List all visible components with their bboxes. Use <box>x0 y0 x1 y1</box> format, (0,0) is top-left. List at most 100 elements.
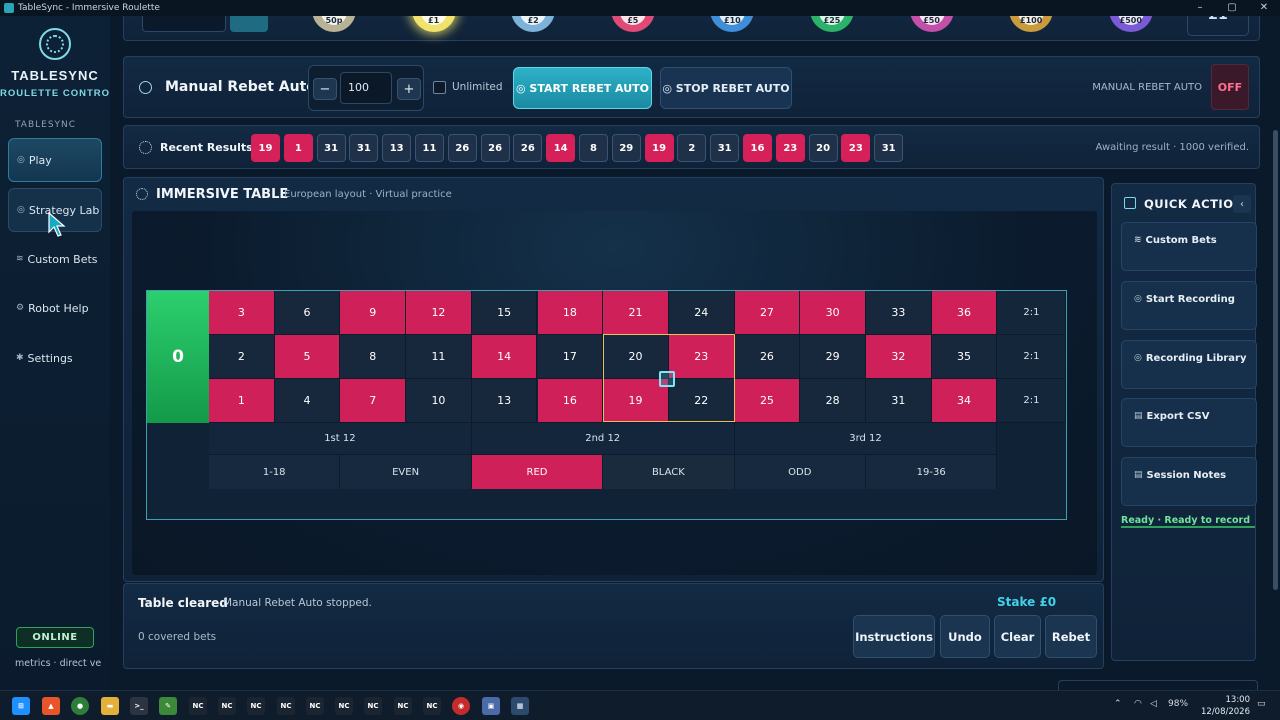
bet-cell-34[interactable]: 34 <box>931 379 998 423</box>
column-bet-2[interactable]: 2:1 <box>997 335 1067 379</box>
unlimited-checkbox[interactable] <box>433 81 446 94</box>
rebet-count-input[interactable]: 100 <box>340 72 392 104</box>
wifi-icon[interactable]: ◠ <box>1134 699 1142 709</box>
file-explorer-icon[interactable]: ▬ <box>101 697 119 715</box>
bet-cell-zero[interactable]: 0 <box>147 291 209 423</box>
bet-cell-5[interactable]: 5 <box>274 335 341 379</box>
column-bet-3[interactable]: 2:1 <box>997 379 1067 423</box>
rebet-button[interactable]: Rebet <box>1045 615 1097 658</box>
even-money-bet-odd[interactable]: ODD <box>734 455 866 489</box>
close-icon[interactable]: ✕ <box>1248 0 1280 16</box>
battery-level[interactable]: 98% <box>1168 699 1188 709</box>
increment-button[interactable]: + <box>397 78 421 100</box>
bet-cell-7[interactable]: 7 <box>340 379 407 423</box>
notifications-icon[interactable]: ▭ <box>1257 699 1266 709</box>
tray-chevron-icon[interactable]: ⌃ <box>1114 699 1122 709</box>
taskbar-app-icon[interactable]: NC <box>189 697 207 715</box>
volume-icon[interactable]: ◁ <box>1150 699 1157 709</box>
undo-button[interactable]: Undo <box>940 615 990 658</box>
bet-cell-9[interactable]: 9 <box>340 291 407 335</box>
collapse-panel-button[interactable]: ‹ <box>1233 195 1251 213</box>
even-money-bet-red[interactable]: RED <box>471 455 604 489</box>
play-icon: ◎ <box>17 155 25 165</box>
bet-cell-4[interactable]: 4 <box>274 379 341 423</box>
bet-cell-28[interactable]: 28 <box>800 379 866 423</box>
quick-action-recording-library[interactable]: ◎ Recording Library <box>1121 340 1257 389</box>
bet-cell-30[interactable]: 30 <box>800 291 866 335</box>
quick-action-export-csv[interactable]: ▤ Export CSV <box>1121 398 1257 447</box>
corner-bet-marker[interactable] <box>659 371 675 387</box>
vertical-scrollbar[interactable] <box>1273 130 1278 590</box>
windows-start-icon[interactable]: ⊞ <box>12 697 30 715</box>
taskbar-app-icon[interactable]: NC <box>394 697 412 715</box>
brave-browser-icon[interactable]: ▲ <box>42 697 60 715</box>
even-money-bet-even[interactable]: EVEN <box>340 455 472 489</box>
bet-cell-11[interactable]: 11 <box>406 335 472 379</box>
bet-cell-18[interactable]: 18 <box>537 291 604 335</box>
sidebar-item-custom-bets[interactable]: ≋ Custom Bets <box>8 237 102 281</box>
quick-action-start-recording[interactable]: ◎ Start Recording <box>1121 281 1257 330</box>
bet-cell-26[interactable]: 26 <box>734 335 801 379</box>
bet-cell-2[interactable]: 2 <box>209 335 275 379</box>
taskbar-app-icon[interactable]: NC <box>335 697 353 715</box>
bet-cell-12[interactable]: 12 <box>406 291 472 335</box>
quick-action-session-notes[interactable]: ▤ Session Notes <box>1121 457 1257 506</box>
minimize-icon[interactable]: – <box>1184 0 1216 16</box>
start-rebet-auto-button[interactable]: ◎ START REBET AUTO <box>513 67 652 109</box>
instructions-button[interactable]: Instructions <box>853 615 935 658</box>
even-money-bet-19-36[interactable]: 19-36 <box>866 455 998 489</box>
tablesync-taskbar-icon[interactable]: ▦ <box>511 697 529 715</box>
bet-cell-35[interactable]: 35 <box>931 335 998 379</box>
bet-cell-24[interactable]: 24 <box>668 291 735 335</box>
bet-cell-36[interactable]: 36 <box>931 291 998 335</box>
taskbar-app-icon[interactable]: NC <box>364 697 382 715</box>
taskbar-app-icon[interactable]: NC <box>306 697 324 715</box>
decrement-button[interactable]: − <box>313 78 337 100</box>
clear-button[interactable]: Clear <box>994 615 1041 658</box>
notepad-icon[interactable]: ✎ <box>159 697 177 715</box>
bet-cell-13[interactable]: 13 <box>471 379 538 423</box>
bet-cell-29[interactable]: 29 <box>800 335 866 379</box>
bet-cell-23[interactable]: 23 <box>668 335 735 379</box>
rebet-status-toggle[interactable]: OFF <box>1211 64 1249 110</box>
bet-cell-6[interactable]: 6 <box>274 291 341 335</box>
quick-action-custom-bets[interactable]: ≋ Custom Bets <box>1121 222 1257 271</box>
bet-cell-14[interactable]: 14 <box>471 335 538 379</box>
bet-cell-1[interactable]: 1 <box>209 379 275 423</box>
sidebar-item-play[interactable]: ◎ Play <box>8 138 102 182</box>
maximize-icon[interactable]: ▢ <box>1216 0 1248 16</box>
sidebar-item-robot-help[interactable]: ⚙ Robot Help <box>8 286 102 330</box>
taskbar-app-icon[interactable]: NC <box>247 697 265 715</box>
system-clock[interactable]: 13:00 12/08/2026 <box>1201 694 1250 718</box>
sidebar-item-settings[interactable]: ✱ Settings <box>8 336 102 380</box>
chrome-icon[interactable]: ● <box>71 697 89 715</box>
bet-cell-16[interactable]: 16 <box>537 379 604 423</box>
result-chip: 19 <box>251 134 280 162</box>
taskbar-app-icon[interactable]: NC <box>277 697 295 715</box>
dozen-bet-1[interactable]: 1st 12 <box>209 423 472 455</box>
bet-cell-21[interactable]: 21 <box>603 291 669 335</box>
record-app-icon[interactable]: ◉ <box>452 697 470 715</box>
taskbar-app-icon[interactable]: ▣ <box>482 697 500 715</box>
even-money-bet-black[interactable]: BLACK <box>603 455 735 489</box>
taskbar-app-icon[interactable]: NC <box>423 697 441 715</box>
bet-cell-17[interactable]: 17 <box>537 335 604 379</box>
bet-cell-25[interactable]: 25 <box>734 379 801 423</box>
terminal-icon[interactable]: >_ <box>130 697 148 715</box>
dozen-bet-2[interactable]: 2nd 12 <box>471 423 735 455</box>
column-bet-1[interactable]: 2:1 <box>997 291 1067 335</box>
bet-cell-3[interactable]: 3 <box>209 291 275 335</box>
taskbar-app-icon[interactable]: NC <box>218 697 236 715</box>
dozen-bet-3[interactable]: 3rd 12 <box>734 423 998 455</box>
flask-icon: ◎ <box>17 205 25 215</box>
bet-cell-32[interactable]: 32 <box>866 335 932 379</box>
bet-cell-33[interactable]: 33 <box>866 291 932 335</box>
stop-rebet-auto-button[interactable]: ◎ STOP REBET AUTO <box>660 67 792 109</box>
bet-cell-10[interactable]: 10 <box>406 379 472 423</box>
even-money-bet-1-18[interactable]: 1-18 <box>209 455 341 489</box>
bet-cell-27[interactable]: 27 <box>734 291 801 335</box>
bet-cell-22[interactable]: 22 <box>668 379 735 423</box>
bet-cell-31[interactable]: 31 <box>866 379 932 423</box>
bet-cell-15[interactable]: 15 <box>471 291 538 335</box>
bet-cell-8[interactable]: 8 <box>340 335 407 379</box>
